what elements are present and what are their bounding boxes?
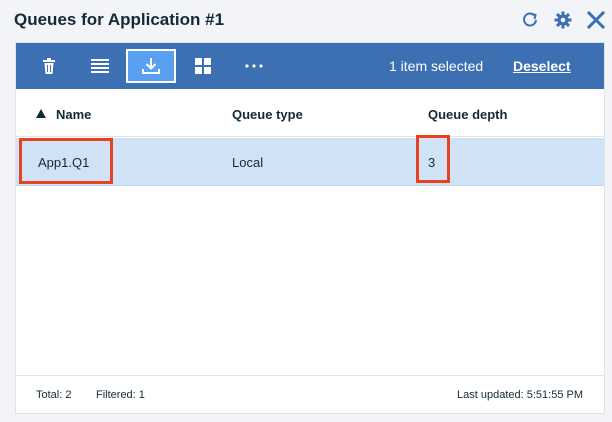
gear-icon[interactable]: [553, 10, 573, 30]
total-count: Total: 2: [36, 389, 72, 401]
more-icon[interactable]: [229, 49, 279, 83]
filtered-count: Filtered: 1: [96, 389, 145, 401]
queues-panel: 1 item selected Deselect Name Queue type…: [15, 42, 605, 414]
column-header-name[interactable]: Name: [56, 107, 91, 122]
cell-queue-depth: 3: [428, 155, 436, 170]
list-view-icon[interactable]: [75, 49, 125, 83]
last-updated: Last updated: 5:51:55 PM: [457, 389, 583, 401]
deselect-link[interactable]: Deselect: [513, 58, 571, 74]
cell-name: App1.Q1: [38, 155, 90, 170]
table-toolbar: 1 item selected Deselect: [16, 43, 604, 89]
window-title: Queues for Application #1: [14, 10, 225, 29]
window-header: Queues for Application #1: [0, 0, 612, 42]
header-actions: [520, 10, 606, 30]
column-header-queue-depth[interactable]: Queue depth: [428, 107, 507, 122]
download-icon[interactable]: [126, 49, 176, 83]
grid-view-icon[interactable]: [178, 49, 228, 83]
cell-queue-type: Local: [232, 155, 264, 170]
trash-icon[interactable]: [24, 49, 74, 83]
sort-ascending-icon[interactable]: [36, 109, 46, 118]
refresh-icon[interactable]: [520, 10, 540, 30]
column-header-queue-type[interactable]: Queue type: [232, 107, 303, 122]
table-header: Name Queue type Queue depth: [16, 89, 604, 137]
table-row[interactable]: App1.Q1 Local 3: [16, 138, 604, 186]
selection-count: 1 item selected: [389, 58, 484, 74]
table-footer: Total: 2 Filtered: 1 Last updated: 5:51:…: [16, 375, 604, 413]
close-icon[interactable]: [586, 10, 606, 30]
